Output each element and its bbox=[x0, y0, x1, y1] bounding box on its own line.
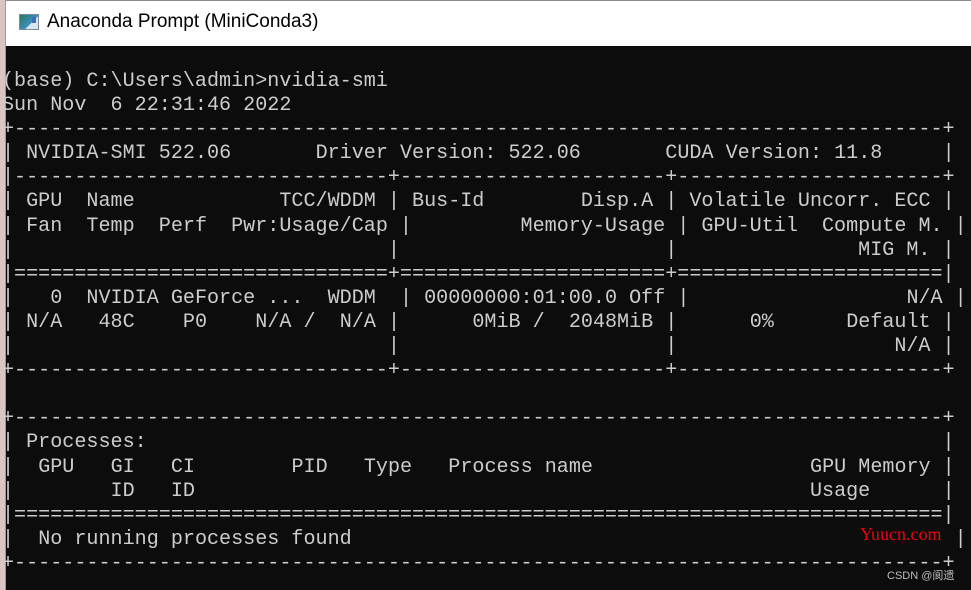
gpu-util: 0% bbox=[749, 310, 774, 334]
gpu-name: NVIDIA GeForce ... bbox=[86, 286, 304, 310]
col3-header-2: GPU-Util Compute M. bbox=[701, 214, 943, 238]
proc-header-gpu: GPU bbox=[38, 455, 75, 479]
proc-header-ci-id: ID bbox=[170, 479, 195, 503]
gpu-ecc: N/A bbox=[906, 286, 943, 310]
prompt: (base) C:\Users\admin> bbox=[2, 70, 268, 93]
gpu-disp-a: Off bbox=[629, 286, 666, 310]
processes-title-row: | Processes: | bbox=[2, 431, 955, 455]
version-row: | NVIDIA-SMI 522.06 Driver Version: 522.… bbox=[2, 142, 955, 166]
gpu-row-1: | 0 NVIDIA GeForce ... WDDM | 00000000:0… bbox=[2, 286, 967, 310]
table-border-top: +---------------------------------------… bbox=[2, 118, 955, 142]
window-title: Anaconda Prompt (MiniConda3) bbox=[47, 11, 319, 32]
title-bar[interactable]: Anaconda Prompt (MiniConda3) bbox=[6, 0, 971, 46]
gpu-pwr-cap: N/A bbox=[339, 310, 376, 334]
proc-header-name: Process name bbox=[448, 455, 593, 479]
col3-header-1: Volatile Uncorr. ECC bbox=[689, 190, 931, 214]
gpu-index: 0 bbox=[50, 286, 63, 310]
column-header-row-3: | | | MIG M. | bbox=[2, 238, 955, 262]
col1-header-1: GPU Name TCC/WDDM bbox=[26, 190, 376, 214]
gpu-fan: N/A bbox=[26, 310, 63, 334]
gpu-mig-mode: N/A bbox=[894, 335, 931, 359]
gpu-memory-total: 2048MiB bbox=[568, 310, 654, 334]
watermark-text: Yuucn.com bbox=[860, 524, 942, 544]
col1-header-2: Fan Temp Perf Pwr:Usage/Cap bbox=[26, 214, 388, 238]
col2-header-1: Bus-Id Disp.A bbox=[412, 190, 654, 214]
driver-label: Driver Version: bbox=[315, 142, 497, 166]
gpu-row-2: | N/A 48C P0 N/A / N/A | 0MiB / 2048MiB … bbox=[2, 310, 955, 334]
column-header-row-2: | Fan Temp Perf Pwr:Usage/Cap | Memory-U… bbox=[2, 214, 967, 238]
cuda-label: CUDA Version: bbox=[665, 142, 823, 166]
driver-version: 522.06 bbox=[508, 142, 581, 166]
no-processes-message: No running processes found bbox=[38, 527, 352, 551]
processes-double-divider: |=======================================… bbox=[2, 503, 955, 527]
proc-header-ci: CI bbox=[170, 455, 195, 479]
gpu-row-3: | | | N/A | bbox=[2, 335, 955, 359]
gpu-perf: P0 bbox=[182, 310, 208, 334]
timestamp: Sun Nov 6 22:31:46 2022 bbox=[2, 94, 292, 118]
proc-header-gi: GI bbox=[110, 455, 135, 479]
terminal-output[interactable]: (base) C:\Users\admin>nvidia-smi Sun Nov … bbox=[2, 70, 967, 576]
proc-header-usage: Usage bbox=[809, 479, 871, 503]
gpu-temp: 48C bbox=[98, 310, 135, 334]
col3-header-3: MIG M. bbox=[858, 238, 931, 262]
console-window-icon bbox=[19, 14, 39, 30]
command-text: nvidia-smi bbox=[267, 70, 388, 93]
command-line: (base) C:\Users\admin>nvidia-smi bbox=[2, 70, 967, 94]
credit-text: CSDN @阆遗 bbox=[887, 570, 955, 582]
smi-label: NVIDIA-SMI bbox=[26, 142, 147, 166]
processes-empty-row: | No running processes found | bbox=[2, 527, 967, 551]
gpu-compute-mode: Default bbox=[846, 310, 931, 334]
gpu-pwr-usage: N/A bbox=[255, 310, 292, 334]
processes-header-row-1: | GPU GI CI PID Type Process name GPU Me… bbox=[2, 455, 955, 479]
cuda-version: 11.8 bbox=[834, 142, 883, 166]
gpu-driver-model: WDDM bbox=[327, 286, 376, 310]
proc-header-memory: GPU Memory bbox=[810, 455, 931, 479]
processes-border-top: +---------------------------------------… bbox=[2, 407, 955, 431]
gpu-bus-id: 00000000:01:00.0 bbox=[424, 286, 618, 310]
column-header-row-1: | GPU Name TCC/WDDM | Bus-Id Disp.A | Vo… bbox=[2, 190, 955, 214]
col2-header-2: Memory-Usage bbox=[520, 214, 666, 238]
table-double-divider: |===============================+=======… bbox=[2, 262, 955, 286]
proc-header-pid: PID bbox=[291, 455, 328, 479]
proc-header-gi-id: ID bbox=[110, 479, 135, 503]
smi-version: 522.06 bbox=[158, 142, 232, 166]
processes-header-row-2: | ID ID Usage | bbox=[2, 479, 955, 503]
proc-header-type: Type bbox=[363, 455, 413, 479]
processes-title: Processes: bbox=[26, 431, 147, 455]
processes-border-bottom: +---------------------------------------… bbox=[2, 551, 955, 575]
table-divider: |-------------------------------+-------… bbox=[2, 166, 955, 190]
table-border-bottom: +-------------------------------+-------… bbox=[2, 359, 955, 383]
gpu-memory-used: 0MiB bbox=[472, 310, 521, 334]
